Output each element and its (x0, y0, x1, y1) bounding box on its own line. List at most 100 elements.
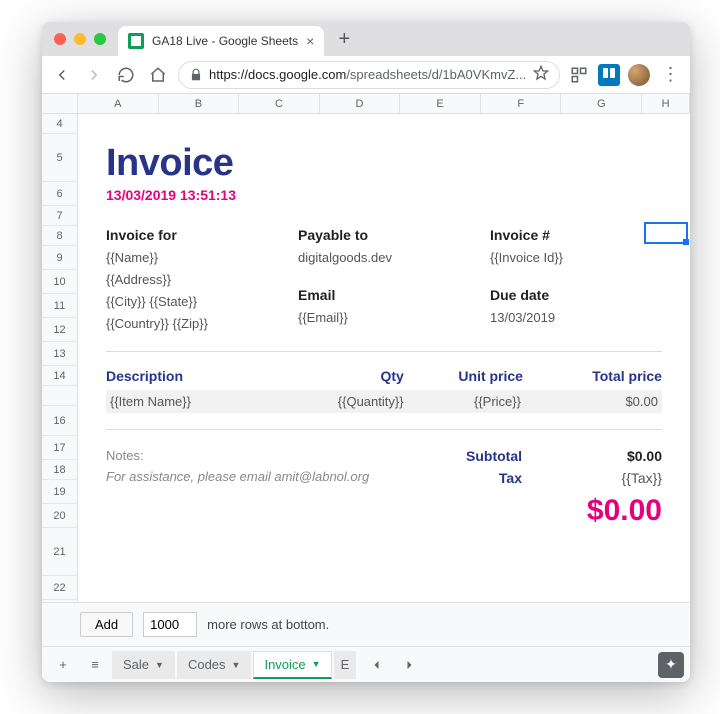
row-header[interactable]: 22 (42, 576, 77, 600)
row-headers: 4 5 6 7 8 9 10 11 12 13 14 16 17 18 19 2… (42, 114, 78, 602)
invoice-for-address: {{Address}} (106, 269, 278, 291)
add-sheet-button[interactable]: + (48, 651, 78, 679)
sheet-tab-codes[interactable]: Codes▼ (177, 651, 252, 679)
window-controls (54, 33, 106, 45)
scroll-tabs-left-button[interactable] (362, 651, 392, 679)
invoice-for-country-zip: {{Country}} {{Zip}} (106, 313, 278, 335)
col-qty: Qty (324, 368, 403, 384)
active-cell-indicator[interactable] (644, 222, 688, 244)
row-header[interactable]: 18 (42, 460, 77, 480)
notes-label: Notes: (106, 448, 384, 463)
email-label: Email (298, 287, 470, 303)
sheet-tab-sale[interactable]: Sale▼ (112, 651, 175, 679)
row-header[interactable]: 19 (42, 480, 77, 504)
row-header[interactable]: 13 (42, 342, 77, 366)
item-price: {{Price}} (404, 394, 521, 409)
col-header[interactable]: H (642, 94, 690, 113)
browser-menu-button[interactable]: ⋮ (658, 63, 682, 87)
back-button[interactable] (50, 63, 74, 87)
invoice-for-city-state: {{City}} {{State}} (106, 291, 278, 313)
chevron-down-icon: ▼ (232, 660, 241, 670)
trello-extension-icon[interactable] (598, 64, 620, 86)
col-header[interactable]: D (320, 94, 401, 113)
reload-button[interactable] (114, 63, 138, 87)
row-header[interactable]: 14 (42, 366, 77, 386)
forward-button[interactable] (82, 63, 106, 87)
sheet-tab-invoice[interactable]: Invoice▼ (253, 651, 331, 679)
item-row: {{Item Name}} {{Quantity}} {{Price}} $0.… (106, 390, 662, 413)
close-window-button[interactable] (54, 33, 66, 45)
items-header: Description Qty Unit price Total price (106, 362, 662, 390)
row-header[interactable] (42, 386, 77, 406)
row-header[interactable]: 11 (42, 294, 77, 318)
scroll-tabs-right-button[interactable] (394, 651, 424, 679)
row-header[interactable]: 10 (42, 270, 77, 294)
select-all-corner[interactable] (42, 94, 78, 113)
browser-window: GA18 Live - Google Sheets × + https://do… (42, 22, 690, 682)
subtotal-value: $0.00 (582, 448, 662, 464)
add-rows-count-input[interactable] (143, 612, 197, 637)
row-header[interactable]: 20 (42, 504, 77, 528)
chevron-down-icon: ▼ (312, 659, 321, 669)
email-value: {{Email}} (298, 307, 470, 329)
profile-avatar[interactable] (628, 64, 650, 86)
row-header[interactable]: 8 (42, 226, 77, 246)
row-header[interactable]: 17 (42, 436, 77, 460)
invoice-for-label: Invoice for (106, 227, 278, 243)
explore-button[interactable]: ✦ (658, 652, 684, 678)
home-button[interactable] (146, 63, 170, 87)
invoice-template: Invoice 13/03/2019 13:51:13 Invoice for … (78, 114, 690, 602)
address-bar[interactable]: https://docs.google.com/spreadsheets/d/1… (178, 61, 560, 89)
cells-content[interactable]: Invoice 13/03/2019 13:51:13 Invoice for … (78, 114, 690, 602)
tab-title: GA18 Live - Google Sheets (152, 34, 298, 48)
chevron-down-icon: ▼ (155, 660, 164, 670)
row-header[interactable]: 9 (42, 246, 77, 270)
item-qty: {{Quantity}} (325, 394, 403, 409)
item-total: $0.00 (521, 394, 662, 409)
add-rows-suffix: more rows at bottom. (207, 617, 329, 632)
col-header[interactable]: F (481, 94, 562, 113)
minimize-window-button[interactable] (74, 33, 86, 45)
row-header[interactable]: 4 (42, 114, 77, 134)
row-header[interactable]: 12 (42, 318, 77, 342)
url-path: /spreadsheets/d/1bA0VKmvZ... (346, 67, 526, 82)
add-rows-button[interactable]: Add (80, 612, 133, 637)
col-header[interactable]: A (78, 94, 159, 113)
due-date-label: Due date (490, 287, 662, 303)
close-tab-button[interactable]: × (306, 33, 314, 49)
payable-to-label: Payable to (298, 227, 470, 243)
spreadsheet-area: A B C D E F G H 4 5 6 7 8 9 10 11 12 13 … (42, 94, 690, 682)
maximize-window-button[interactable] (94, 33, 106, 45)
sheet-tabs-bar: + ≡ Sale▼ Codes▼ Invoice▼ E ✦ (42, 646, 690, 682)
row-header[interactable]: 21 (42, 528, 77, 576)
row-header[interactable]: 6 (42, 182, 77, 206)
col-header[interactable]: G (561, 94, 642, 113)
browser-tab[interactable]: GA18 Live - Google Sheets × (118, 26, 324, 56)
col-header[interactable]: E (400, 94, 481, 113)
column-headers: A B C D E F G H (42, 94, 690, 114)
browser-toolbar: https://docs.google.com/spreadsheets/d/1… (42, 56, 690, 94)
invoice-number-value: {{Invoice Id}} (490, 247, 662, 269)
col-header[interactable]: B (159, 94, 240, 113)
new-tab-button[interactable]: + (330, 25, 358, 53)
row-header[interactable]: 7 (42, 206, 77, 226)
sheet-tab-extra[interactable]: E (334, 651, 357, 679)
due-date-value: 13/03/2019 (490, 307, 662, 329)
bookmark-star-icon[interactable] (533, 65, 549, 84)
subtotal-label: Subtotal (442, 448, 522, 464)
titlebar: GA18 Live - Google Sheets × + (42, 22, 690, 56)
divider (106, 429, 662, 430)
all-sheets-button[interactable]: ≡ (80, 651, 110, 679)
row-header[interactable]: 5 (42, 134, 77, 182)
col-description: Description (106, 368, 324, 384)
divider (106, 351, 662, 352)
url-host: docs.google.com (248, 67, 346, 82)
row-header[interactable]: 16 (42, 406, 77, 436)
invoice-datetime: 13/03/2019 13:51:13 (106, 187, 662, 203)
payable-to-value: digitalgoods.dev (298, 247, 470, 269)
invoice-for-name: {{Name}} (106, 247, 278, 269)
tax-label: Tax (442, 470, 522, 486)
extension-icon[interactable] (568, 64, 590, 86)
col-total-price: Total price (523, 368, 662, 384)
col-header[interactable]: C (239, 94, 320, 113)
